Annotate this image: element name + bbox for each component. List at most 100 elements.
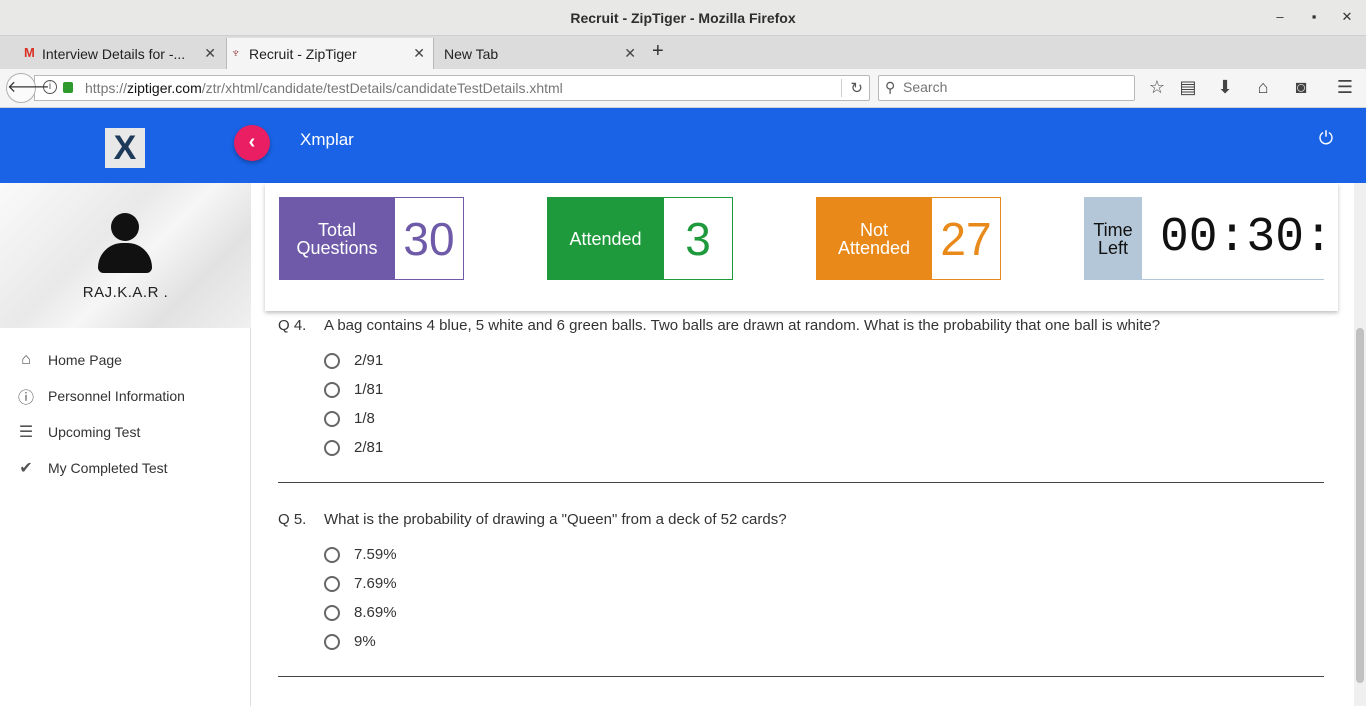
timer-value: 00:30: xyxy=(1142,197,1324,280)
reload-icon[interactable]: ↻ xyxy=(841,79,863,97)
radio-button[interactable] xyxy=(324,410,340,427)
tab-label: Interview Details for -... xyxy=(42,45,186,62)
sidebar-item-label: Home Page xyxy=(48,352,122,368)
question-number: Q 5. xyxy=(278,511,307,528)
stat-attended: Attended 3 xyxy=(547,197,733,280)
option-label: 7.69% xyxy=(354,575,397,592)
option-label: 8.69% xyxy=(354,604,397,621)
answer-option[interactable]: 9% xyxy=(324,633,376,650)
download-icon[interactable]: ⬇ xyxy=(1214,77,1236,98)
sidebar-item-label: My Completed Test xyxy=(48,460,168,476)
option-label: 7.59% xyxy=(354,546,397,563)
answer-option[interactable]: 1/81 xyxy=(324,381,383,398)
list-icon: ☰ xyxy=(18,424,34,441)
home-browser-icon[interactable]: ⌂ xyxy=(1252,77,1274,98)
answer-option[interactable]: 2/81 xyxy=(324,439,383,456)
question-text: What is the probability of drawing a "Qu… xyxy=(324,511,787,528)
search-bar[interactable]: ⚲ xyxy=(878,75,1135,101)
menu-hamburger-icon[interactable]: ☰ xyxy=(1334,77,1356,98)
question-5: Q 5. What is the probability of drawing … xyxy=(278,511,1324,650)
bookmark-star-icon[interactable]: ☆ xyxy=(1146,77,1168,98)
reading-list-icon[interactable]: ▤ xyxy=(1177,77,1199,98)
page-scrollbar[interactable] xyxy=(1354,183,1366,706)
maximize-button[interactable]: ▪ xyxy=(1306,9,1322,24)
radio-button[interactable] xyxy=(324,604,340,621)
stat-label: Not Attended xyxy=(816,197,932,280)
app-header: X xyxy=(0,108,1366,183)
question-divider xyxy=(278,482,1324,483)
app-logo[interactable]: X xyxy=(105,128,145,168)
sidebar-item-label: Personnel Information xyxy=(48,388,185,404)
stat-not-attended: Not Attended 27 xyxy=(816,197,1001,280)
answer-option[interactable]: 1/8 xyxy=(324,410,375,427)
profile-panel: RAJ.K.A.R . xyxy=(0,183,251,328)
stat-value: 30 xyxy=(395,197,464,280)
option-label: 1/8 xyxy=(354,410,375,427)
url-bar[interactable]: i https://ziptiger.com/ztr/xhtml/candida… xyxy=(34,75,870,101)
stat-value: 3 xyxy=(664,197,733,280)
tab-bar: M Interview Details for -... ✕ ♆ Recruit… xyxy=(0,36,1366,69)
option-label: 9% xyxy=(354,633,376,650)
search-input[interactable] xyxy=(903,79,1123,95)
tab-interview-details[interactable]: M Interview Details for -... ✕ xyxy=(20,38,224,69)
tab-new-tab[interactable]: New Tab ✕ xyxy=(436,38,644,69)
option-label: 2/81 xyxy=(354,439,384,456)
sidebar: RAJ.K.A.R . ⌂ Home Page ⓘ Personnel Info… xyxy=(0,183,251,706)
answer-option[interactable]: 8.69% xyxy=(324,604,397,621)
search-icon: ⚲ xyxy=(885,79,896,95)
tab-label: Recruit - ZipTiger xyxy=(249,45,357,62)
new-tab-button[interactable]: + xyxy=(652,41,664,61)
question-text: A bag contains 4 blue, 5 white and 6 gre… xyxy=(324,317,1161,334)
radio-button[interactable] xyxy=(324,352,340,369)
sidebar-item-home-page[interactable]: ⌂ Home Page xyxy=(16,348,122,372)
app-title: Xmplar xyxy=(300,130,354,149)
question-number: Q 4. xyxy=(278,317,307,334)
url-text[interactable]: https://ziptiger.com/ztr/xhtml/candidate… xyxy=(85,80,563,96)
ziptiger-icon: ♆ xyxy=(231,45,241,60)
sidebar-item-label: Upcoming Test xyxy=(48,424,141,440)
tab-close-icon[interactable]: ✕ xyxy=(624,45,636,62)
username: RAJ.K.A.R . xyxy=(82,284,169,301)
stat-label: Total Questions xyxy=(279,197,395,280)
navigation-bar: i https://ziptiger.com/ztr/xhtml/candida… xyxy=(0,69,1366,108)
power-icon[interactable]: ⏻ xyxy=(1316,128,1336,148)
back-button[interactable]: 🡐 xyxy=(6,73,50,103)
lock-icon xyxy=(63,82,73,93)
minimize-button[interactable]: ‒ xyxy=(1272,9,1288,24)
close-window-button[interactable]: ✕ xyxy=(1339,9,1355,25)
check-icon: ✔ xyxy=(19,460,33,477)
option-label: 2/91 xyxy=(354,352,384,369)
sidebar-item-upcoming-test[interactable]: ☰ Upcoming Test xyxy=(16,420,141,444)
question-divider xyxy=(278,676,1324,677)
info-icon: ⓘ xyxy=(17,390,34,407)
option-label: 1/81 xyxy=(354,381,384,398)
radio-button[interactable] xyxy=(324,439,340,456)
answer-option[interactable]: 2/91 xyxy=(324,352,383,369)
stat-total-questions: Total Questions 30 xyxy=(279,197,464,280)
tab-label: New Tab xyxy=(444,45,499,62)
pocket-icon[interactable]: ◙ xyxy=(1290,77,1312,98)
home-icon: ⌂ xyxy=(21,351,31,368)
radio-button[interactable] xyxy=(324,546,340,563)
window-title: Recruit - ZipTiger - Mozilla Firefox xyxy=(570,10,796,26)
tab-close-icon[interactable]: ✕ xyxy=(413,45,425,62)
question-4: Q 4. A bag contains 4 blue, 5 white and … xyxy=(278,317,1324,456)
sidebar-item-personnel-information[interactable]: ⓘ Personnel Information xyxy=(16,384,185,408)
answer-option[interactable]: 7.59% xyxy=(324,546,397,563)
stat-label: Attended xyxy=(547,197,664,280)
sidebar-item-my-completed-test[interactable]: ✔ My Completed Test xyxy=(16,456,168,480)
avatar-icon xyxy=(98,213,152,273)
radio-button[interactable] xyxy=(324,381,340,398)
tab-recruit-ziptiger[interactable]: ♆ Recruit - ZipTiger ✕ xyxy=(226,38,434,69)
stat-value: 27 xyxy=(932,197,1001,280)
tab-close-icon[interactable]: ✕ xyxy=(204,45,216,62)
window-titlebar: Recruit - ZipTiger - Mozilla Firefox ‒ ▪… xyxy=(0,0,1366,36)
radio-button[interactable] xyxy=(324,633,340,650)
stat-label: Time Left xyxy=(1084,197,1142,280)
gmail-icon: M xyxy=(24,45,35,60)
sidebar-collapse-button[interactable]: ‹ xyxy=(234,125,270,161)
answer-option[interactable]: 7.69% xyxy=(324,575,397,592)
scrollbar-thumb[interactable] xyxy=(1356,328,1364,683)
radio-button[interactable] xyxy=(324,575,340,592)
stat-time-left: Time Left 00:30: xyxy=(1084,197,1324,280)
